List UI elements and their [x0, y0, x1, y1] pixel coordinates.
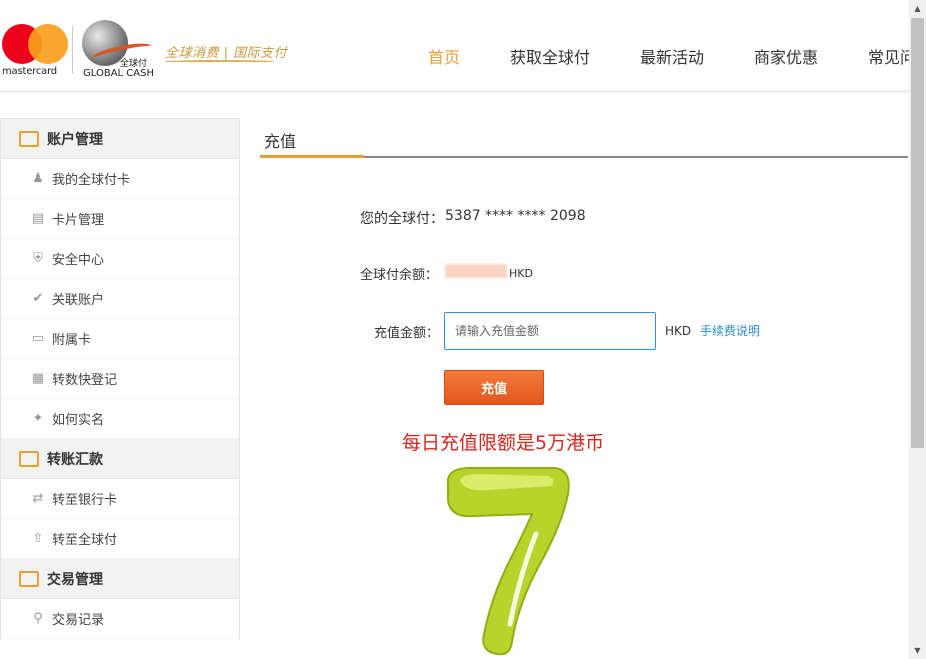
recharge-button[interactable]: 充值 [444, 370, 544, 405]
sidebar-group-label: 转账汇款 [47, 451, 103, 468]
amount-label: 充值金额： [374, 326, 440, 341]
nav-latest-events[interactable]: 最新活动 [640, 44, 704, 68]
sidebar-item-label: 转至银行卡 [52, 493, 118, 508]
sidebar-item-linked-accounts[interactable]: ✔ 关联账户 [1, 279, 239, 319]
balance-currency: HKD [509, 267, 533, 280]
sidebar-group-label: 交易管理 [47, 571, 103, 588]
document-icon: ▦ [31, 370, 45, 386]
recharge-amount-input[interactable] [444, 312, 656, 350]
sidebar-item-label: 转数快登记 [52, 373, 118, 388]
shield-icon: ⛨ [33, 250, 43, 266]
mastercard-logo[interactable]: mastercard [2, 24, 68, 78]
balance-value-redacted [445, 264, 507, 278]
number-seven-sticker [446, 467, 570, 656]
card-icon: ▤ [31, 210, 45, 226]
card-outline-icon: ▭ [31, 330, 45, 346]
transfer-icon [19, 450, 39, 467]
global-cash-logo[interactable]: 全球付 GLOBAL CASH [80, 20, 160, 82]
amount-currency: HKD [665, 324, 692, 338]
sidebar-item-transaction-records[interactable]: ⚲ 交易记录 [1, 599, 239, 639]
sidebar-item-security[interactable]: ⛨ 安全中心 [1, 239, 239, 279]
nav-get-global-cash[interactable]: 获取全球付 [510, 44, 590, 68]
user-icon: ♟ [32, 170, 44, 186]
sidebar-item-to-bank-card[interactable]: ⇄ 转至银行卡 [1, 479, 239, 519]
mastercard-circles-icon [2, 24, 68, 64]
account-card-icon [19, 130, 39, 147]
sidebar-item-to-global-cash[interactable]: ⇧ 转至全球付 [1, 519, 239, 559]
sidebar-group-label: 账户管理 [47, 131, 103, 148]
sidebar-group-account[interactable]: 账户管理 [1, 119, 239, 159]
search-icon: ⚲ [33, 610, 43, 626]
exchange-icon: ⇄ [32, 490, 44, 506]
sidebar-item-label: 转至全球付 [52, 533, 118, 548]
sidebar-item-label: 交易记录 [52, 613, 105, 628]
nav-home[interactable]: 首页 [428, 44, 460, 68]
sidebar-item-label: 卡片管理 [52, 213, 105, 228]
scroll-thumb[interactable] [911, 18, 924, 448]
sidebar-item-label: 我的全球付卡 [52, 173, 131, 188]
sidebar-item-fps-registration[interactable]: ▦ 转数快登记 [1, 359, 239, 399]
sidebar-item-card-management[interactable]: ▤ 卡片管理 [1, 199, 239, 239]
tab-active-indicator [260, 155, 364, 158]
nav-merchant-offers[interactable]: 商家优惠 [754, 44, 818, 68]
sidebar-item-supplementary-card[interactable]: ▭ 附属卡 [1, 319, 239, 359]
daily-limit-note: 每日充值限额是5万港币 [402, 432, 605, 454]
mastercard-wordmark: mastercard [2, 66, 57, 77]
sidebar-group-transactions[interactable]: 交易管理 [1, 559, 239, 599]
scroll-up-arrow-icon[interactable]: ▲ [909, 0, 926, 17]
site-header: mastercard 全球付 GLOBAL CASH 全球消费 | 国际支付 首… [0, 0, 916, 92]
sidebar: 账户管理 ♟ 我的全球付卡 ▤ 卡片管理 ⛨ 安全中心 ✔ 关联账户 ▭ 附属卡… [0, 118, 240, 639]
balance-label: 全球付余额： [360, 268, 439, 283]
chart-icon [19, 570, 39, 587]
sidebar-item-label: 附属卡 [52, 333, 92, 348]
sidebar-item-label: 安全中心 [52, 253, 105, 268]
main-content: 充值 您的全球付： 5387 **** **** 2098 全球付余额： HKD… [260, 118, 908, 659]
slogan: 全球消费 | 国际支付 [165, 46, 288, 61]
global-cash-en-text: GLOBAL CASH [83, 68, 154, 79]
card-number: 5387 **** **** 2098 [445, 208, 586, 224]
fee-explanation-link[interactable]: 手续费说明 [700, 322, 760, 339]
sidebar-item-label: 关联账户 [52, 293, 105, 308]
sidebar-item-real-name[interactable]: ✦ 如何实名 [1, 399, 239, 439]
sidebar-item-label: 如何实名 [52, 413, 105, 428]
slogan-underline [165, 60, 275, 63]
vertical-scrollbar[interactable]: ▲ ▼ [909, 0, 926, 659]
tab-recharge[interactable]: 充值 [264, 128, 296, 152]
badge-icon: ✦ [32, 410, 44, 426]
sidebar-group-transfer[interactable]: 转账汇款 [1, 439, 239, 479]
sidebar-item-my-card[interactable]: ♟ 我的全球付卡 [1, 159, 239, 199]
check-circle-icon: ✔ [32, 290, 44, 306]
card-number-label: 您的全球付： [360, 211, 444, 227]
logo-divider [72, 26, 73, 74]
upload-icon: ⇧ [32, 530, 44, 546]
scroll-down-arrow-icon[interactable]: ▼ [909, 642, 926, 659]
